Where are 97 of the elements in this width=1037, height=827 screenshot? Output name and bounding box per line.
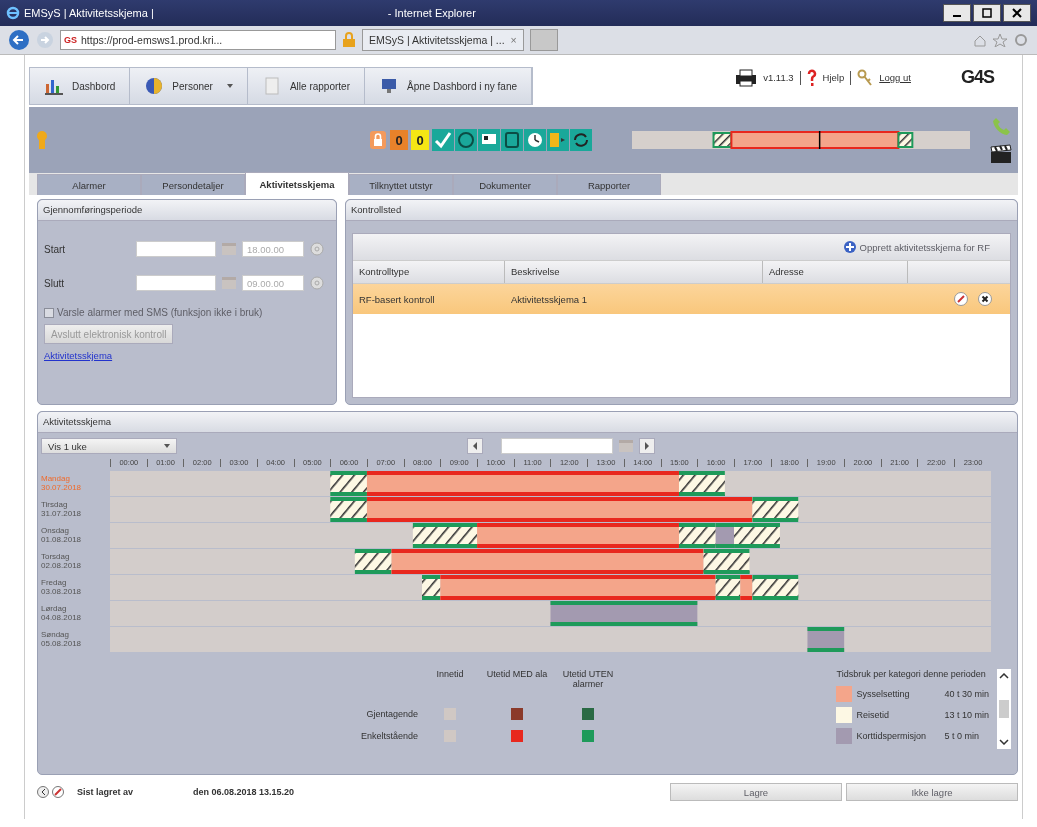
tab[interactable]: Dokumenter — [453, 174, 557, 195]
close-button[interactable] — [1003, 4, 1031, 22]
legend-row-label: Gjentagende — [365, 709, 418, 719]
alarm-counter: 0 — [390, 130, 408, 150]
home-star-gear-icon[interactable] — [973, 33, 1029, 47]
logout-link[interactable]: Logg ut — [879, 72, 911, 83]
clapperboard-icon[interactable] — [990, 144, 1012, 164]
schedule-link[interactable]: Aktivitetsskjema — [44, 350, 113, 361]
column-header[interactable]: Kontrolltype — [353, 261, 505, 283]
panel-title: Kontrollsted — [346, 200, 1017, 221]
day-label: Tirsdag 31.07.2018 — [40, 499, 83, 520]
help-link[interactable]: Hjelp — [822, 72, 845, 83]
tab[interactable]: Aktivitetsskjema — [245, 172, 349, 195]
edit-icon[interactable] — [954, 292, 968, 306]
browser-icon — [6, 6, 20, 20]
maximize-icon — [982, 8, 992, 18]
table-cell-text: Aktivitetsskjema 1 — [510, 293, 589, 305]
browser-name: - Internet Explorer — [387, 7, 476, 19]
usage-title: Tidsbruk per kategori denne perioden — [836, 669, 987, 679]
table-cell-text: RF-basert kontroll — [358, 293, 436, 305]
person-icon — [35, 130, 49, 150]
next-button[interactable] — [639, 438, 655, 454]
close-icon — [1012, 8, 1022, 18]
lock-icon — [342, 32, 356, 48]
category-time: 5 t 0 min — [944, 731, 979, 741]
maximize-button[interactable] — [973, 4, 1001, 22]
column-header[interactable]: Adresse — [763, 261, 908, 283]
previous-button[interactable] — [467, 438, 483, 454]
legend-column-label: Utetid MED ala — [485, 669, 549, 679]
travel-bar[interactable] — [330, 497, 367, 522]
column-header[interactable]: Beskrivelse — [505, 261, 763, 283]
day-label: Mandag 30.07.2018 — [40, 473, 83, 494]
tab[interactable]: Tilknyttet utstyr — [349, 174, 453, 195]
plus-icon — [842, 240, 857, 254]
nav-button[interactable]: Alle rapporter — [247, 68, 365, 104]
date-field[interactable] — [136, 275, 216, 291]
travel-bar[interactable] — [412, 523, 478, 548]
day-label: Torsdag 02.08.2018 — [40, 551, 83, 572]
back-icon[interactable] — [8, 29, 30, 51]
checkbox-label: Varsle alarmer med SMS (funksjon ikke i bruk) — [57, 307, 263, 318]
travel-bar[interactable] — [734, 523, 780, 548]
help-icon[interactable] — [806, 68, 817, 87]
legend-column-label: Innetid — [435, 669, 465, 679]
alarm-counter: 0 — [411, 130, 429, 150]
travel-bar[interactable] — [752, 497, 799, 522]
key-icon[interactable] — [857, 68, 874, 87]
minimize-icon — [953, 15, 961, 17]
travel-bar[interactable] — [679, 523, 716, 548]
work-bar[interactable] — [740, 575, 753, 600]
date-field[interactable] — [136, 241, 216, 257]
travel-bar[interactable] — [752, 575, 799, 600]
saved-timestamp: den 06.08.2018 13.15.20 — [193, 787, 295, 797]
view-dropdown[interactable]: Vis 1 uke — [41, 438, 177, 454]
field-label: Slutt — [44, 277, 65, 289]
travel-bar[interactable] — [330, 471, 367, 496]
legend-row-label: Enkeltstående — [359, 731, 418, 741]
nav-button[interactable]: Personer — [130, 68, 248, 104]
panel-title: Gjennomføringsperiode — [38, 200, 336, 221]
minimize-button[interactable] — [943, 4, 971, 22]
category-label: Sysselsetting — [856, 689, 911, 699]
category-time: 40 t 30 min — [944, 689, 989, 699]
right-triangle-icon — [644, 442, 650, 450]
day-label: Lørdag 04.08.2018 — [40, 603, 83, 624]
company-logo: G4S — [960, 67, 994, 88]
saved-by-label: Sist lagret av — [77, 787, 134, 797]
travel-bar[interactable] — [354, 549, 392, 574]
window-title: EMSyS | Aktivitetsskjema | — [24, 7, 154, 19]
panel-title: Aktivitetsskjema — [38, 412, 1017, 433]
version-label: v1.11.3 — [763, 72, 794, 83]
travel-bar[interactable] — [715, 575, 741, 600]
travel-bar[interactable] — [679, 471, 725, 496]
table-row[interactable]: RF-basert kontroll Aktivitetsskjema 1 — [353, 284, 1010, 314]
tab[interactable]: Rapporter — [557, 174, 661, 195]
address-field[interactable]: https://prod-emsws1.prod.kri... — [81, 34, 223, 46]
nav-button[interactable]: Dashbord — [30, 68, 131, 104]
category-label: Korttidspermisjon — [856, 731, 927, 741]
scroll-thumb[interactable] — [999, 700, 1009, 718]
browser-tab[interactable]: EMSyS | Aktivitetsskjema | ... × — [362, 29, 524, 51]
travel-bar[interactable] — [703, 549, 750, 574]
padlock-icon — [369, 130, 387, 150]
day-label: Fredag 03.08.2018 — [40, 577, 83, 598]
scrollbar[interactable] — [997, 669, 1011, 749]
category-label: Reisetid — [856, 710, 890, 720]
tab[interactable]: Alarmer — [37, 174, 141, 195]
tab[interactable]: Persondetaljer — [141, 174, 245, 195]
category-time: 13 t 10 min — [944, 710, 989, 720]
site-icon: GS — [64, 35, 77, 45]
delete-icon[interactable] — [978, 292, 992, 306]
printer-icon[interactable] — [735, 68, 758, 87]
date-field[interactable] — [501, 438, 613, 454]
travel-bar[interactable] — [422, 575, 441, 600]
nav-button[interactable]: Åpne Dashbord i ny fane — [364, 68, 533, 104]
day-label: Søndag 05.08.2018 — [40, 629, 83, 650]
left-triangle-icon — [472, 442, 478, 450]
day-label: Onsdag 01.08.2018 — [40, 525, 83, 546]
legend-column-label: Utetid UTEN alarmer — [561, 669, 615, 689]
field-label: Start — [44, 243, 67, 255]
